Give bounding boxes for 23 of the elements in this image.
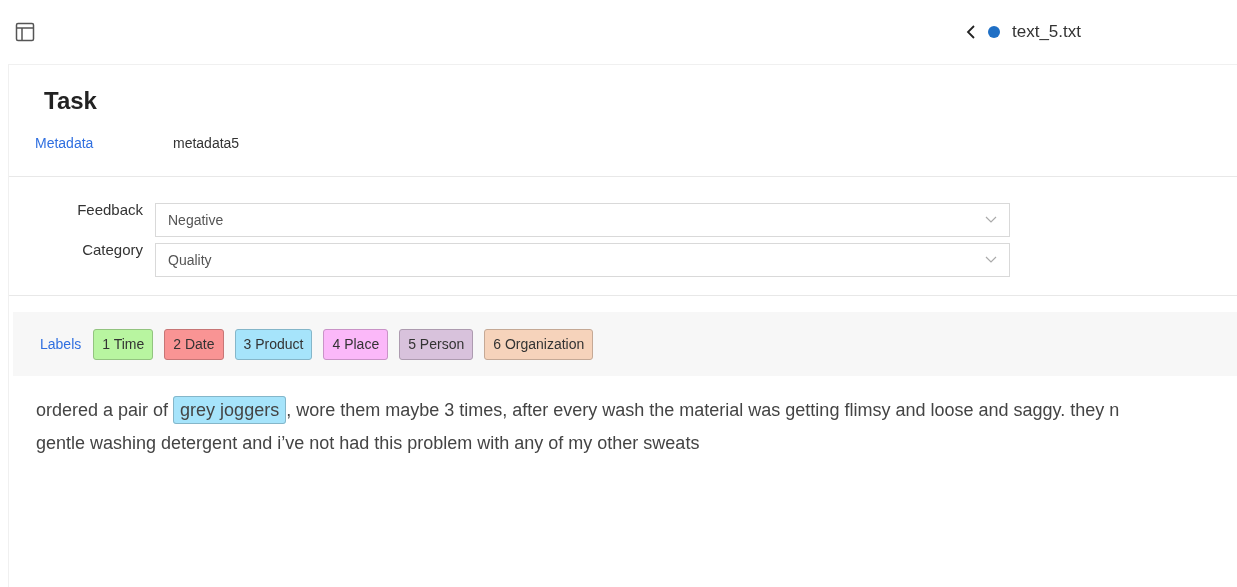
review-text: , wore them maybe 3 times, after every wash the material was getting flimsy and loose and saggy. they n: [286, 400, 1120, 420]
entity-highlight[interactable]: grey joggers: [173, 396, 287, 424]
label-tag[interactable]: 5 Person: [399, 328, 474, 360]
label-tag[interactable]: 3 Product: [234, 328, 313, 360]
field-label: Category: [81, 240, 144, 260]
chevron-down-icon: [985, 256, 997, 264]
label-tag[interactable]: 2 Date: [164, 328, 224, 360]
review-text: ordered a pair of: [36, 400, 170, 420]
chevron-down-icon: [985, 216, 997, 224]
select-field[interactable]: Negative: [155, 203, 1010, 237]
metadata-value: metadata5: [173, 134, 240, 153]
label-tag[interactable]: 4 Place: [323, 328, 389, 360]
metadata-label: Metadata: [35, 134, 95, 153]
select-field[interactable]: Quality: [155, 243, 1010, 277]
label-tag[interactable]: 1 Time: [93, 328, 154, 360]
back-icon[interactable]: [966, 24, 976, 40]
field-label: Feedback: [76, 200, 144, 220]
file-name: text_5.txt: [1012, 21, 1081, 44]
review-text: gentle washing detergent and i’ve not had this problem with any of my other sweats: [36, 433, 700, 453]
task-title: Task: [44, 86, 98, 116]
sidebar-toggle-icon[interactable]: [15, 22, 35, 42]
label-tag[interactable]: 6 Organization: [484, 328, 594, 360]
labels-title: Labels: [40, 334, 82, 354]
